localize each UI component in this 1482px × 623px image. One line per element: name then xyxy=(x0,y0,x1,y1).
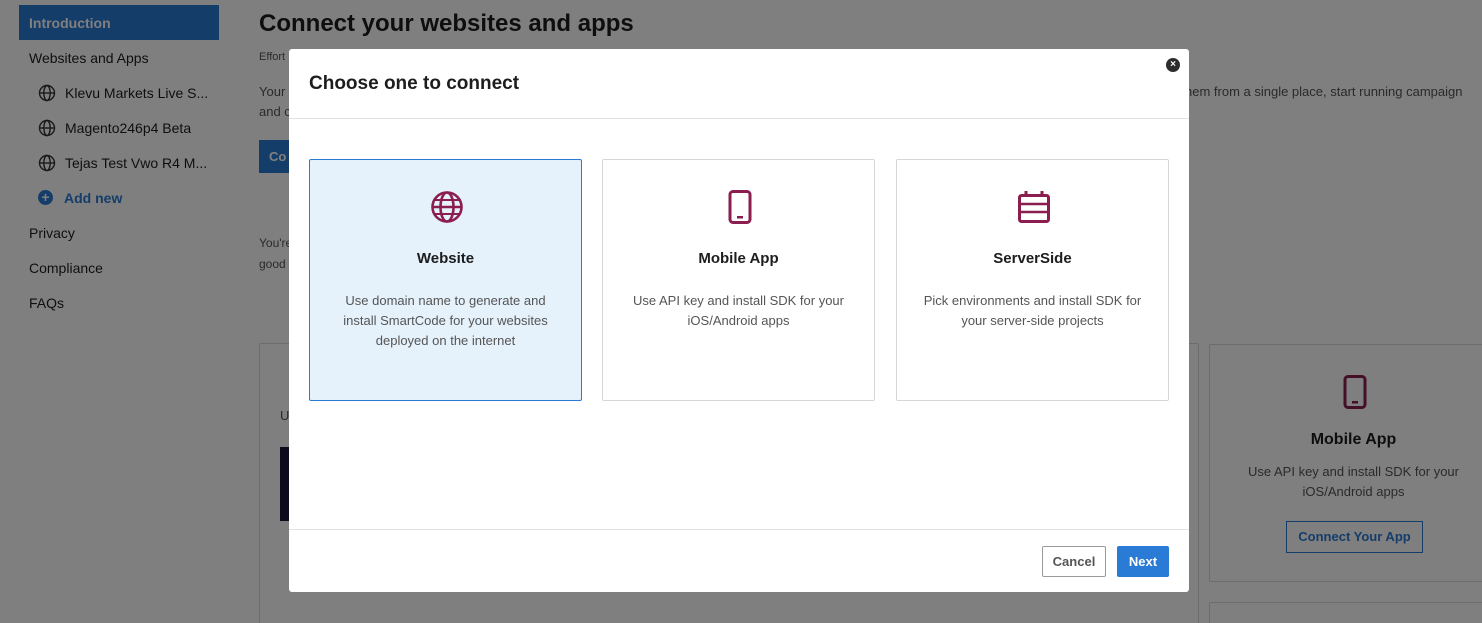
option-title: Website xyxy=(416,250,475,267)
option-description: Pick environments and install SDK for yo… xyxy=(923,293,1142,328)
option-mobile-app[interactable]: Mobile App Use API key and install SDK f… xyxy=(602,159,875,401)
modal-footer: Cancel Next xyxy=(289,529,1189,592)
server-icon xyxy=(1018,191,1050,223)
option-website[interactable]: Website Use domain name to generate and … xyxy=(309,159,582,401)
option-title: Mobile App xyxy=(698,250,779,267)
mobile-phone-icon xyxy=(728,190,752,224)
next-button[interactable]: Next xyxy=(1117,546,1169,577)
connect-modal: Choose one to connect × Website Use doma… xyxy=(289,49,1189,592)
modal-title: Choose one to connect xyxy=(309,73,520,94)
option-description: Use domain name to generate and install … xyxy=(343,293,548,348)
option-serverside[interactable]: ServerSide Pick environments and install… xyxy=(896,159,1169,401)
close-icon[interactable]: × xyxy=(1166,58,1180,72)
globe-icon xyxy=(431,191,463,223)
cancel-button[interactable]: Cancel xyxy=(1042,546,1106,577)
option-description: Use API key and install SDK for your iOS… xyxy=(633,293,844,328)
modal-header: Choose one to connect × xyxy=(289,49,1189,119)
option-title: ServerSide xyxy=(993,250,1072,267)
